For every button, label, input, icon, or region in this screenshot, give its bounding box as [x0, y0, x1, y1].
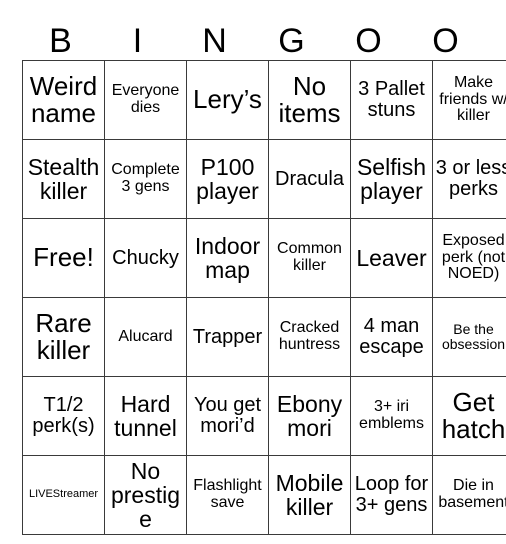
bingo-cell-label: 3+ iri emblems [359, 398, 424, 432]
bingo-cell[interactable]: No prestige [104, 455, 187, 535]
bingo-cell[interactable]: Hard tunnel [104, 376, 187, 456]
bingo-cell-label: Mobile killer [275, 469, 344, 520]
bingo-cell[interactable]: P100 player [186, 139, 269, 219]
bingo-cell-label: Stealth killer [27, 153, 100, 204]
bingo-cell-label: Alucard [118, 327, 173, 345]
bingo-cell-label: Selfish player [356, 153, 427, 204]
bingo-cell-label: Common killer [277, 240, 342, 274]
bingo-cell-label: Chucky [112, 246, 179, 269]
bingo-cell[interactable]: Make friends w/ killer [432, 60, 506, 140]
bingo-row: Rare killer Alucard Trapper Cracked hunt… [22, 297, 506, 377]
bingo-row: Stealth killer Complete 3 gens P100 play… [22, 139, 506, 219]
bingo-cell[interactable]: LIVEStreamer [22, 455, 105, 535]
bingo-cell[interactable]: Ebony mori [268, 376, 351, 456]
bingo-cell-label: Ebony mori [276, 390, 343, 441]
bingo-cell[interactable]: Selfish player [350, 139, 433, 219]
bingo-cell-label: Cracked huntress [278, 319, 341, 353]
bingo-cell-label: Hard tunnel [114, 390, 177, 441]
header-letter-3: N [202, 22, 227, 60]
bingo-cell-label: Indoor map [194, 232, 261, 283]
bingo-cell-label: No items [278, 70, 341, 128]
bingo-cell[interactable]: Exposed perk (not NOED) [432, 218, 506, 298]
bingo-cell-label: P100 player [196, 153, 259, 204]
bingo-cell[interactable]: Complete 3 gens [104, 139, 187, 219]
bingo-cell[interactable]: Lery’s [186, 60, 269, 140]
bingo-row: Free! Chucky Indoor map Common killer Le… [22, 218, 506, 298]
header-letter-1: B [49, 22, 72, 60]
bingo-cell[interactable]: 3 or less perks [432, 139, 506, 219]
bingo-cell-free[interactable]: Free! [22, 218, 105, 298]
header-letter-4: G [278, 22, 305, 60]
bingo-cell-label: 4 man escape [359, 315, 424, 358]
bingo-cell-label: Die in basement [438, 477, 506, 511]
header-letter-5: O [355, 22, 382, 60]
bingo-cell-label: Be the obsession [441, 321, 506, 352]
header-letter-2: I [132, 22, 143, 60]
bingo-cell-label: Loop for 3+ gens [354, 473, 429, 516]
bingo-cell-label: Flashlight save [193, 477, 262, 511]
bingo-row: Weird name Everyone dies Lery’s No items… [22, 60, 506, 140]
bingo-cell-label: Free! [33, 242, 94, 273]
bingo-cell[interactable]: Die in basement [432, 455, 506, 535]
bingo-cell[interactable]: Common killer [268, 218, 351, 298]
bingo-cell[interactable]: Indoor map [186, 218, 269, 298]
bingo-cell[interactable]: Stealth killer [22, 139, 105, 219]
bingo-cell[interactable]: You get mori’d [186, 376, 269, 456]
bingo-cell-label: 3 Pallet stuns [358, 78, 425, 121]
bingo-cell-label: T1/2 perk(s) [32, 394, 95, 437]
bingo-cell[interactable]: Everyone dies [104, 60, 187, 140]
bingo-cell[interactable]: Alucard [104, 297, 187, 377]
bingo-cell[interactable]: Mobile killer [268, 455, 351, 535]
bingo-cell[interactable]: Leaver [350, 218, 433, 298]
bingo-cell[interactable]: T1/2 perk(s) [22, 376, 105, 456]
bingo-cell[interactable]: Cracked huntress [268, 297, 351, 377]
bingo-cell-label: Complete 3 gens [111, 161, 180, 195]
bingo-cell-label: Trapper [192, 325, 263, 348]
bingo-cell[interactable]: Loop for 3+ gens [350, 455, 433, 535]
bingo-cell[interactable]: 3+ iri emblems [350, 376, 433, 456]
bingo-row: LIVEStreamer No prestige Flashlight save… [22, 455, 506, 535]
bingo-cell[interactable]: Weird name [22, 60, 105, 140]
bingo-cell[interactable]: No items [268, 60, 351, 140]
bingo-cell-label: Weird name [29, 70, 98, 128]
bingo-cell-label: Rare killer [35, 307, 92, 365]
bingo-cell[interactable]: 4 man escape [350, 297, 433, 377]
bingo-card: B I N G O O Weird name Everyone dies Ler… [22, 12, 506, 535]
bingo-cell-label: No prestige [110, 457, 181, 533]
bingo-grid: Weird name Everyone dies Lery’s No items… [22, 60, 506, 535]
bingo-cell-label: Get hatch [441, 386, 506, 444]
bingo-cell[interactable]: Get hatch [432, 376, 506, 456]
bingo-cell[interactable]: Rare killer [22, 297, 105, 377]
bingo-cell-label: Lery’s [193, 84, 262, 115]
bingo-row: T1/2 perk(s) Hard tunnel You get mori’d … [22, 376, 506, 456]
bingo-cell-label: LIVEStreamer [28, 488, 99, 501]
bingo-cell-label: Exposed perk (not NOED) [441, 231, 506, 283]
bingo-cell-label: 3 or less perks [435, 157, 506, 200]
bingo-cell[interactable]: Dracula [268, 139, 351, 219]
bingo-cell[interactable]: Chucky [104, 218, 187, 298]
bingo-cell[interactable]: Flashlight save [186, 455, 269, 535]
bingo-cell[interactable]: Trapper [186, 297, 269, 377]
bingo-cell-label: Leaver [356, 244, 427, 271]
bingo-cell-label: Dracula [275, 167, 344, 190]
bingo-cell-label: You get mori’d [193, 394, 262, 437]
header-letter-6: O [432, 22, 459, 60]
bingo-cell[interactable]: 3 Pallet stuns [350, 60, 433, 140]
bingo-cell[interactable]: Be the obsession [432, 297, 506, 377]
bingo-cell-label: Make friends w/ killer [439, 73, 506, 125]
bingo-header-row: B I N G O O [22, 12, 484, 60]
bingo-cell-label: Everyone dies [111, 82, 180, 116]
